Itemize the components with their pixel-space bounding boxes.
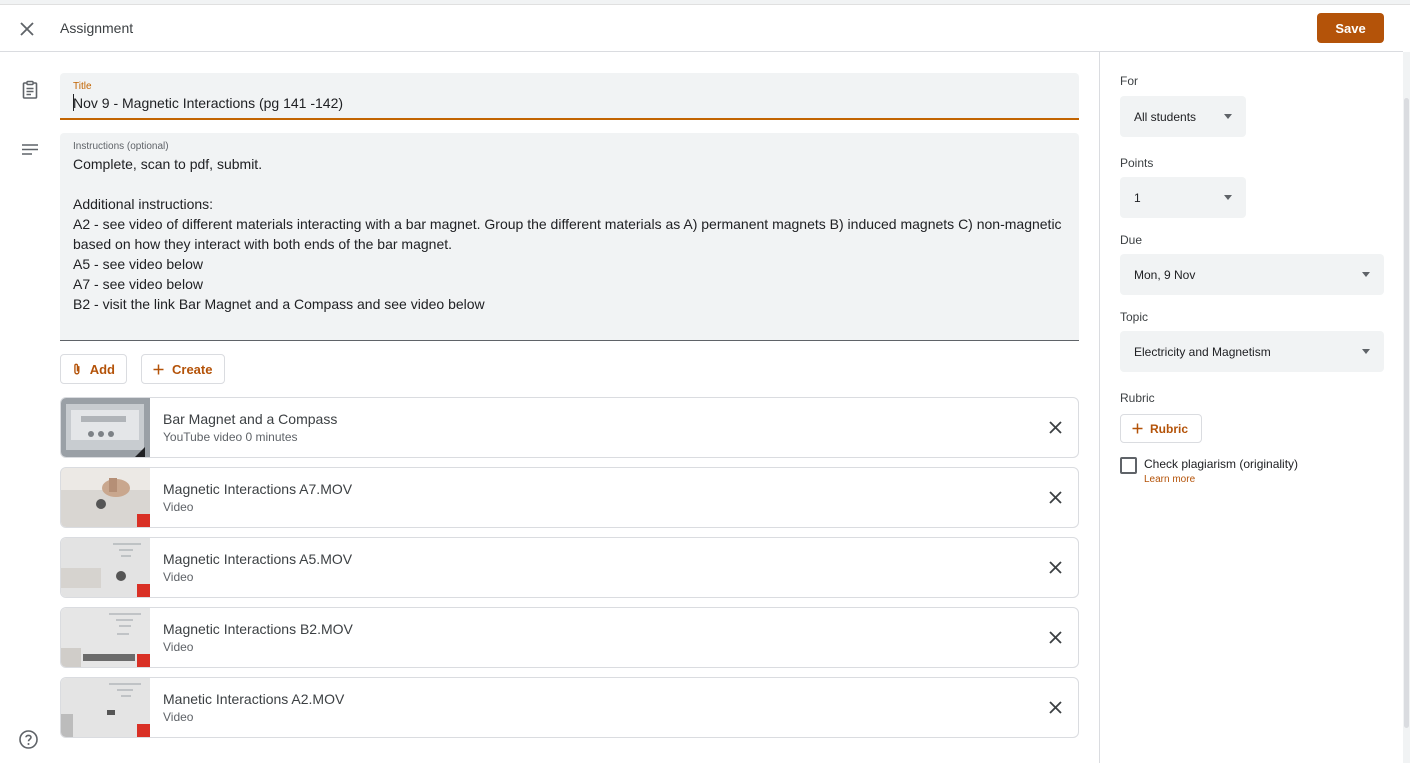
close-icon bbox=[1048, 420, 1062, 434]
attachment-subtitle: YouTube video 0 minutes bbox=[163, 430, 298, 444]
attachment-title[interactable]: Magnetic Interactions B2.MOV bbox=[163, 621, 353, 637]
dropdown-arrow-icon bbox=[1362, 349, 1370, 354]
assignment-icon bbox=[22, 80, 38, 99]
attachment-subtitle: Video bbox=[163, 640, 194, 654]
points-select-value: 1 bbox=[1134, 190, 1141, 205]
close-icon bbox=[1048, 700, 1062, 714]
instructions-field[interactable]: Instructions (optional) Complete, scan t… bbox=[60, 133, 1079, 341]
create-button-label: Create bbox=[172, 361, 213, 377]
page-title: Assignment bbox=[60, 20, 134, 36]
header-bar: Assignment Save bbox=[0, 5, 1403, 52]
due-select[interactable]: Mon, 9 Nov bbox=[1120, 254, 1384, 295]
attachment-card[interactable]: Manetic Interactions A2.MOV Video bbox=[60, 677, 1079, 738]
dropdown-arrow-icon bbox=[1224, 195, 1232, 200]
points-label: Points bbox=[1120, 156, 1154, 170]
paperclip-icon bbox=[74, 363, 80, 375]
attachment-card[interactable]: Bar Magnet and a Compass YouTube video 0… bbox=[60, 397, 1079, 458]
attachment-subtitle: Video bbox=[163, 570, 194, 584]
for-label: For bbox=[1120, 74, 1138, 88]
scrollbar[interactable] bbox=[1403, 52, 1410, 763]
plagiarism-checkbox[interactable] bbox=[1120, 457, 1137, 474]
add-button-label: Add bbox=[89, 361, 115, 377]
instructions-label: Instructions (optional) bbox=[73, 141, 169, 152]
add-rubric-button[interactable]: Rubric bbox=[1120, 414, 1202, 443]
due-select-value: Mon, 9 Nov bbox=[1134, 267, 1196, 282]
settings-panel: For All students Points 1 Due Mon, 9 Nov… bbox=[1099, 52, 1403, 763]
rubric-button-label: Rubric bbox=[1150, 421, 1189, 436]
points-select[interactable]: 1 bbox=[1120, 177, 1246, 218]
attachment-title[interactable]: Magnetic Interactions A5.MOV bbox=[163, 551, 352, 567]
text-cursor bbox=[73, 94, 74, 111]
remove-attachment-button[interactable] bbox=[1044, 486, 1066, 508]
learn-more-link[interactable]: Learn more bbox=[1144, 474, 1195, 485]
close-icon bbox=[1048, 630, 1062, 644]
topic-select[interactable]: Electricity and Magnetism bbox=[1120, 331, 1384, 372]
video-thumbnail bbox=[61, 538, 150, 597]
plus-icon bbox=[1132, 423, 1143, 434]
remove-attachment-button[interactable] bbox=[1044, 556, 1066, 578]
attachment-title[interactable]: Bar Magnet and a Compass bbox=[163, 411, 337, 427]
close-icon bbox=[1048, 560, 1062, 574]
attachment-subtitle: Video bbox=[163, 710, 194, 724]
topic-select-value: Electricity and Magnetism bbox=[1134, 344, 1271, 359]
attachment-title[interactable]: Manetic Interactions A2.MOV bbox=[163, 691, 344, 707]
video-thumbnail bbox=[61, 398, 150, 457]
notes-icon bbox=[22, 144, 38, 155]
attachment-card[interactable]: Magnetic Interactions B2.MOV Video bbox=[60, 607, 1079, 668]
title-label: Title bbox=[73, 81, 92, 92]
rubric-label: Rubric bbox=[1120, 391, 1155, 405]
title-field[interactable]: Title Nov 9 - Magnetic Interactions (pg … bbox=[60, 73, 1079, 120]
instructions-input[interactable]: Complete, scan to pdf, submit. Additiona… bbox=[73, 154, 1063, 314]
close-icon bbox=[20, 22, 34, 36]
remove-attachment-button[interactable] bbox=[1044, 626, 1066, 648]
dropdown-arrow-icon bbox=[1362, 272, 1370, 277]
remove-attachment-button[interactable] bbox=[1044, 696, 1066, 718]
attachment-subtitle: Video bbox=[163, 500, 194, 514]
create-button[interactable]: Create bbox=[141, 354, 225, 384]
add-button[interactable]: Add bbox=[60, 354, 127, 384]
title-input[interactable]: Nov 9 - Magnetic Interactions (pg 141 -1… bbox=[73, 95, 343, 111]
for-select[interactable]: All students bbox=[1120, 96, 1246, 137]
video-thumbnail bbox=[61, 608, 150, 667]
attachment-card[interactable]: Magnetic Interactions A5.MOV Video bbox=[60, 537, 1079, 598]
help-icon[interactable] bbox=[18, 729, 39, 750]
remove-attachment-button[interactable] bbox=[1044, 416, 1066, 438]
for-select-value: All students bbox=[1134, 109, 1197, 124]
attachment-card[interactable]: Magnetic Interactions A7.MOV Video bbox=[60, 467, 1079, 528]
due-label: Due bbox=[1120, 233, 1143, 247]
video-thumbnail bbox=[61, 678, 150, 737]
close-icon bbox=[1048, 490, 1062, 504]
close-button[interactable] bbox=[14, 16, 40, 42]
attachment-title[interactable]: Magnetic Interactions A7.MOV bbox=[163, 481, 352, 497]
dropdown-arrow-icon bbox=[1224, 114, 1232, 119]
topic-label: Topic bbox=[1120, 310, 1149, 324]
video-thumbnail bbox=[61, 468, 150, 527]
scrollbar-thumb[interactable] bbox=[1404, 98, 1409, 728]
save-button[interactable]: Save bbox=[1317, 13, 1384, 43]
plus-icon bbox=[153, 364, 164, 374]
plagiarism-label: Check plagiarism (originality) bbox=[1144, 457, 1299, 471]
